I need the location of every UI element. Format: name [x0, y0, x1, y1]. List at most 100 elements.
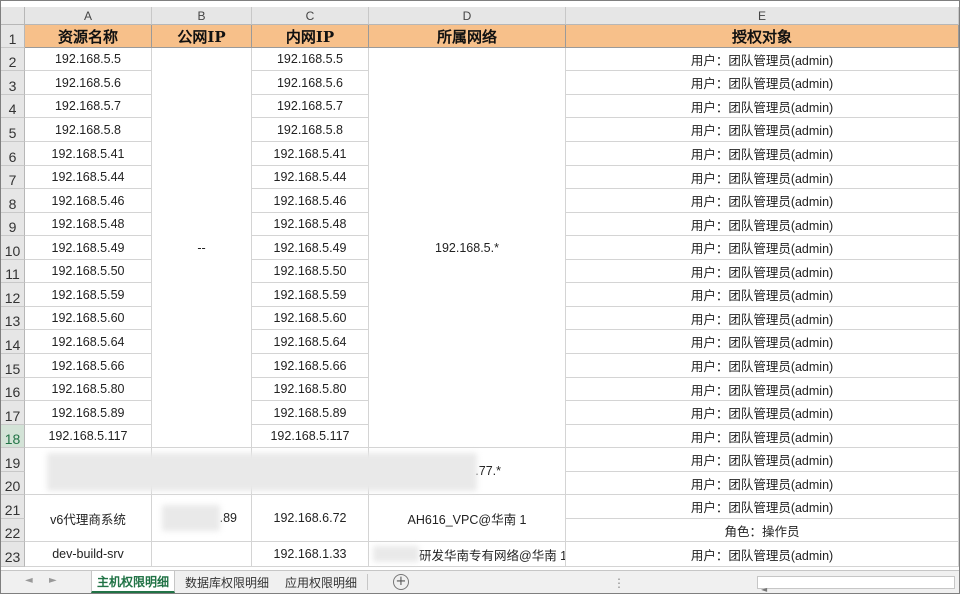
header-auth-target[interactable]: 授权对象: [566, 25, 959, 48]
private-ip-cell[interactable]: 192.168.5.59: [252, 283, 369, 307]
resource-name-cell[interactable]: 192.168.5.44: [25, 166, 152, 189]
private-ip-cell[interactable]: 192.168.5.46: [252, 189, 369, 213]
private-ip-cell[interactable]: 192.168.5.50: [252, 260, 369, 283]
public-ip-merged-cell[interactable]: --: [152, 48, 252, 448]
private-ip-cell[interactable]: 192.168.1.33: [252, 542, 369, 567]
row-header[interactable]: 15: [1, 354, 25, 378]
auth-target-cell[interactable]: 用户：团队管理员(admin): [566, 166, 959, 189]
header-network[interactable]: 所属网络: [369, 25, 566, 48]
row-header[interactable]: 2: [1, 48, 25, 71]
row-header[interactable]: 21: [1, 495, 25, 519]
tab-bar-splitter[interactable]: ⋮: [613, 576, 625, 590]
column-header-c[interactable]: C: [252, 7, 369, 25]
column-header-d[interactable]: D: [369, 7, 566, 25]
header-private-ip[interactable]: 内网IP: [252, 25, 369, 48]
row-header[interactable]: 13: [1, 307, 25, 330]
resource-name-cell[interactable]: 192.168.5.8: [25, 118, 152, 142]
header-public-ip[interactable]: 公网IP: [152, 25, 252, 48]
tab-application-permissions[interactable]: 应用权限明细: [279, 571, 363, 593]
private-ip-cell[interactable]: 192.168.5.89: [252, 401, 369, 425]
row-header[interactable]: 23: [1, 542, 25, 567]
resource-name-cell[interactable]: 192.168.5.59: [25, 283, 152, 307]
row-header[interactable]: 11: [1, 260, 25, 283]
resource-name-cell[interactable]: 192.168.5.66: [25, 354, 152, 378]
tab-database-permissions[interactable]: 数据库权限明细: [179, 571, 275, 593]
auth-target-cell[interactable]: 用户：团队管理员(admin): [566, 425, 959, 448]
auth-target-cell[interactable]: 用户：团队管理员(admin): [566, 401, 959, 425]
resource-name-cell[interactable]: 192.168.5.89: [25, 401, 152, 425]
horizontal-scrollbar[interactable]: ◄: [757, 576, 955, 593]
header-resource-name[interactable]: 资源名称: [25, 25, 152, 48]
auth-target-cell[interactable]: 用户：团队管理员(admin): [566, 260, 959, 283]
resource-name-cell[interactable]: 192.168.5.6: [25, 71, 152, 95]
network-cell[interactable]: AH616_VPC@华南 1: [369, 495, 566, 542]
resource-name-cell[interactable]: 192.168.5.80: [25, 378, 152, 401]
private-ip-cell[interactable]: 192.168.5.5: [252, 48, 369, 71]
private-ip-cell[interactable]: 192.168.5.48: [252, 213, 369, 236]
column-header-b[interactable]: B: [152, 7, 252, 25]
row-header[interactable]: 6: [1, 142, 25, 166]
auth-target-cell[interactable]: 用户：团队管理员(admin): [566, 354, 959, 378]
private-ip-cell[interactable]: 192.168.5.49: [252, 236, 369, 260]
auth-target-cell[interactable]: 用户：团队管理员(admin): [566, 236, 959, 260]
resource-name-cell[interactable]: 192.168.5.46: [25, 189, 152, 213]
network-merged-cell[interactable]: 192.168.5.*: [369, 48, 566, 448]
private-ip-cell[interactable]: 192.168.5.80: [252, 378, 369, 401]
row-header[interactable]: 5: [1, 118, 25, 142]
resource-name-cell[interactable]: 192.168.5.60: [25, 307, 152, 330]
private-ip-cell[interactable]: 192.168.5.41: [252, 142, 369, 166]
resource-name-cell[interactable]: 192.168.5.50: [25, 260, 152, 283]
resource-name-cell[interactable]: 192.168.5.5: [25, 48, 152, 71]
row-header[interactable]: 7: [1, 166, 25, 189]
resource-name-cell[interactable]: 192.168.5.41: [25, 142, 152, 166]
auth-target-cell[interactable]: 用户：团队管理员(admin): [566, 189, 959, 213]
auth-target-cell[interactable]: 用户：团队管理员(admin): [566, 95, 959, 118]
private-ip-cell[interactable]: 192.168.5.64: [252, 330, 369, 354]
row-header[interactable]: 18: [1, 425, 25, 448]
resource-name-cell[interactable]: dev-build-srv: [25, 542, 152, 567]
auth-target-cell[interactable]: 用户：团队管理员(admin): [566, 48, 959, 71]
row-header[interactable]: 10: [1, 236, 25, 260]
row-header[interactable]: 4: [1, 95, 25, 118]
resource-name-cell[interactable]: 192.168.5.48: [25, 213, 152, 236]
resource-name-cell[interactable]: 192.168.5.64: [25, 330, 152, 354]
row-header[interactable]: 1: [1, 25, 25, 48]
auth-target-cell[interactable]: 用户：团队管理员(admin): [566, 495, 959, 519]
private-ip-cell[interactable]: 192.168.5.8: [252, 118, 369, 142]
private-ip-cell[interactable]: 192.168.5.7: [252, 95, 369, 118]
tab-nav-right-icon[interactable]: ►: [49, 575, 57, 586]
private-ip-cell[interactable]: 192.168.5.66: [252, 354, 369, 378]
private-ip-cell[interactable]: 192.168.5.6: [252, 71, 369, 95]
public-ip-cell[interactable]: [152, 542, 252, 567]
tab-nav-left-icon[interactable]: ◄: [25, 575, 33, 586]
tab-host-permissions[interactable]: 主机权限明细: [91, 571, 175, 593]
private-ip-cell[interactable]: 192.168.5.117: [252, 425, 369, 448]
auth-target-cell[interactable]: 用户：团队管理员(admin): [566, 118, 959, 142]
resource-name-cell[interactable]: v6代理商系统: [25, 495, 152, 542]
row-header[interactable]: 20: [1, 472, 25, 495]
row-header[interactable]: 3: [1, 71, 25, 95]
row-header[interactable]: 9: [1, 213, 25, 236]
column-header-e[interactable]: E: [566, 7, 959, 25]
row-header[interactable]: 14: [1, 330, 25, 354]
private-ip-cell[interactable]: 192.168.5.60: [252, 307, 369, 330]
auth-target-cell[interactable]: 用户：团队管理员(admin): [566, 71, 959, 95]
auth-target-cell[interactable]: 用户：团队管理员(admin): [566, 378, 959, 401]
private-ip-cell[interactable]: 192.168.5.44: [252, 166, 369, 189]
auth-target-cell[interactable]: 用户：团队管理员(admin): [566, 472, 959, 495]
auth-target-cell[interactable]: 用户：团队管理员(admin): [566, 213, 959, 236]
add-sheet-button[interactable]: +: [393, 574, 409, 590]
row-header[interactable]: 22: [1, 519, 25, 542]
column-header-a[interactable]: A: [25, 7, 152, 25]
auth-target-cell[interactable]: 用户：团队管理员(admin): [566, 283, 959, 307]
resource-name-cell[interactable]: 192.168.5.117: [25, 425, 152, 448]
private-ip-cell[interactable]: 192.168.6.72: [252, 495, 369, 542]
scroll-left-icon[interactable]: ◄: [758, 585, 767, 593]
auth-target-cell[interactable]: 角色：操作员: [566, 519, 959, 542]
resource-name-cell[interactable]: 192.168.5.7: [25, 95, 152, 118]
auth-target-cell[interactable]: 用户：团队管理员(admin): [566, 330, 959, 354]
row-header[interactable]: 8: [1, 189, 25, 213]
auth-target-cell[interactable]: 用户：团队管理员(admin): [566, 142, 959, 166]
select-all-corner[interactable]: [1, 7, 25, 25]
row-header[interactable]: 19: [1, 448, 25, 472]
